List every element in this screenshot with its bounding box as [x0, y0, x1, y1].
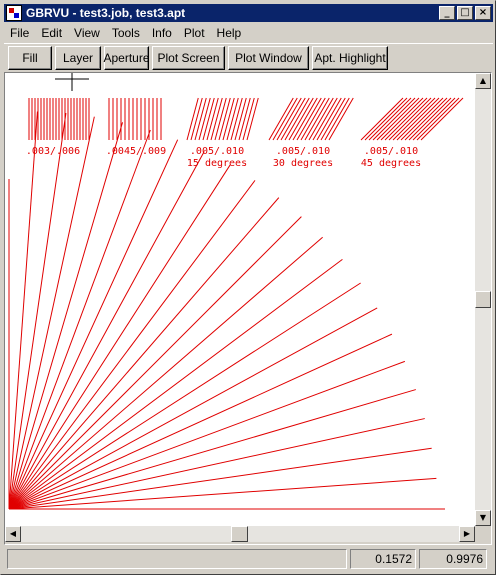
- aperture-button[interactable]: Aperture: [103, 45, 150, 70]
- plot-canvas[interactable]: .003/.006 .0045/.009 .005/.010 15 degree…: [5, 73, 475, 526]
- hatch-line: [376, 97, 420, 141]
- status-x-coordinate: 0.1572: [350, 549, 416, 569]
- menu-tools[interactable]: Tools: [106, 26, 146, 40]
- scroll-corner: [475, 526, 491, 542]
- horizontal-scroll-thumb[interactable]: [231, 526, 248, 542]
- caption-buttons: _ □ ×: [439, 6, 491, 20]
- hatch-line: [368, 97, 412, 141]
- sample-label-3: .005/.010: [190, 146, 244, 157]
- close-button[interactable]: ×: [475, 6, 491, 20]
- menu-view[interactable]: View: [68, 26, 106, 40]
- sample-label-4: .005/.010: [276, 146, 330, 157]
- plot-screen-button[interactable]: Plot Screen: [152, 45, 225, 70]
- hatch-line: [396, 97, 440, 141]
- fan-line: [8, 116, 95, 510]
- plot-drawing: .003/.006 .0045/.009 .005/.010 15 degree…: [8, 73, 464, 510]
- hatch-line: [420, 97, 464, 141]
- crosshair-cursor: [55, 73, 89, 91]
- fan-line: [8, 333, 393, 510]
- hatch-line: [416, 97, 460, 141]
- menu-help[interactable]: Help: [211, 26, 248, 40]
- fill-button[interactable]: Fill: [8, 45, 52, 70]
- menu-bar: File Edit View Tools Info Plot Help: [4, 24, 493, 42]
- sample-angle-4: 30 degrees: [273, 158, 333, 169]
- scroll-right-icon[interactable]: ▶: [459, 526, 475, 542]
- hatch-line: [360, 97, 404, 141]
- fan-line: [8, 129, 151, 510]
- fan-line: [8, 139, 179, 510]
- hatch-line: [408, 97, 452, 141]
- radial-line-fan: [8, 111, 445, 510]
- plot-window-button[interactable]: Plot Window: [228, 45, 309, 70]
- fan-line: [8, 164, 231, 510]
- fan-line: [8, 418, 425, 510]
- menu-edit[interactable]: Edit: [35, 26, 68, 40]
- app-icon[interactable]: [6, 5, 22, 21]
- horizontal-scrollbar[interactable]: ◀ ▶: [5, 526, 475, 542]
- hatch-line: [364, 97, 408, 141]
- title-bar[interactable]: GBRVU - test3.job, test3.apt _ □ ×: [4, 4, 493, 22]
- fan-line: [8, 447, 432, 510]
- minimize-button[interactable]: _: [439, 6, 455, 20]
- fan-line: [8, 197, 280, 510]
- fan-line: [8, 111, 38, 510]
- hatch-line: [400, 97, 444, 141]
- hatch-line: [392, 97, 436, 141]
- menu-info[interactable]: Info: [146, 26, 178, 40]
- scroll-up-icon[interactable]: ▲: [475, 73, 491, 89]
- fan-line: [8, 282, 361, 510]
- menu-file[interactable]: File: [4, 26, 35, 40]
- fan-line: [8, 477, 437, 510]
- status-message: [7, 549, 347, 569]
- fan-line: [8, 259, 343, 510]
- fan-line: [8, 180, 256, 510]
- app-window: GBRVU - test3.job, test3.apt _ □ × File …: [0, 0, 496, 575]
- hatch-line: [372, 97, 416, 141]
- hatch-line: [388, 97, 432, 141]
- layer-button[interactable]: Layer: [55, 45, 101, 70]
- fan-line: [8, 360, 406, 510]
- scroll-down-icon[interactable]: ▼: [475, 510, 491, 526]
- vertical-scrollbar[interactable]: ▲ ▼: [475, 73, 491, 526]
- vertical-scroll-thumb[interactable]: [475, 291, 491, 308]
- status-y-coordinate: 0.9976: [419, 549, 487, 569]
- toolbar: Fill Layer Aperture Plot Screen Plot Win…: [4, 43, 493, 71]
- fan-line: [8, 236, 323, 510]
- window-title: GBRVU - test3.job, test3.apt: [26, 6, 186, 20]
- scroll-left-icon[interactable]: ◀: [5, 526, 21, 542]
- fan-line: [8, 113, 67, 510]
- menu-plot[interactable]: Plot: [178, 26, 211, 40]
- hatch-line: [384, 97, 428, 141]
- hatch-line: [380, 97, 424, 141]
- fan-line: [8, 216, 302, 510]
- fan-line: [8, 122, 124, 510]
- status-bar: 0.1572 0.9976: [4, 546, 493, 572]
- sample-label-5: .005/.010: [364, 146, 418, 157]
- maximize-button[interactable]: □: [457, 6, 473, 20]
- sample-angle-5: 45 degrees: [361, 158, 421, 169]
- hatch-line: [404, 97, 448, 141]
- hatch-line: [412, 97, 456, 141]
- fan-line: [8, 389, 416, 510]
- apt-highlight-button[interactable]: Apt. Highlight: [312, 45, 388, 70]
